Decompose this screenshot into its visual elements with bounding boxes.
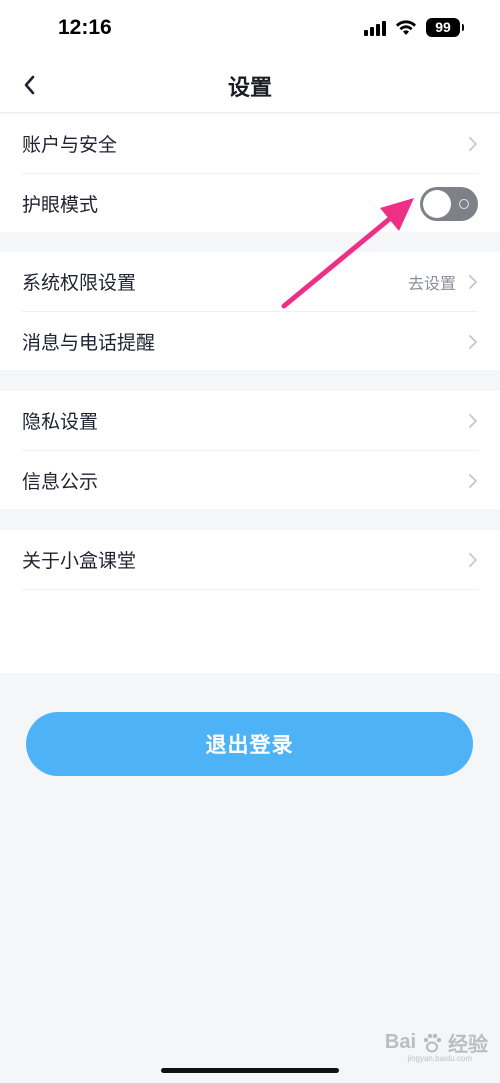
row-label: 信息公示 xyxy=(22,470,99,493)
settings-group-permissions: 系统权限设置 去设置 消息与电话提醒 xyxy=(0,252,500,370)
row-label: 关于小盒课堂 xyxy=(22,550,137,572)
row-label: 隐私设置 xyxy=(22,411,99,433)
chevron-right-icon xyxy=(469,274,477,289)
signal-icon xyxy=(364,20,386,36)
settings-group-about: 关于小盒课堂 xyxy=(0,530,500,673)
row-value: 去设置 xyxy=(407,273,456,293)
row-divider xyxy=(22,589,478,590)
watermark-suffix: 经验 xyxy=(448,1034,488,1056)
chevron-right-icon xyxy=(469,136,477,151)
row-privacy-settings[interactable]: 隐私设置 xyxy=(22,391,478,450)
row-info-disclosure[interactable]: 信息公示 xyxy=(22,450,478,509)
row-system-permissions[interactable]: 系统权限设置 去设置 xyxy=(22,252,478,311)
home-indicator[interactable] xyxy=(161,1068,339,1073)
row-about-app[interactable]: 关于小盒课堂 xyxy=(22,530,478,589)
chevron-right-icon xyxy=(469,473,477,488)
status-icons: 99 xyxy=(364,18,464,37)
nav-bar: 设置 xyxy=(0,60,500,113)
settings-group-account: 账户与安全 护眼模式 xyxy=(0,114,500,232)
row-label: 账户与安全 xyxy=(22,134,118,156)
chevron-right-icon xyxy=(469,552,477,567)
wifi-icon xyxy=(396,19,416,35)
row-label: 消息与电话提醒 xyxy=(22,331,156,354)
watermark-brand: Bai xyxy=(384,1031,416,1053)
logout-button[interactable]: 退出登录 xyxy=(26,712,473,776)
settings-group-privacy: 隐私设置 信息公示 xyxy=(0,391,500,509)
chevron-right-icon xyxy=(469,334,477,349)
row-label: 护眼模式 xyxy=(22,193,99,216)
watermark-sub: jingyan.baidu.com xyxy=(407,1054,472,1063)
battery-icon: 99 xyxy=(426,18,464,37)
eye-protection-toggle[interactable] xyxy=(420,186,478,221)
watermark: Bai 经验 xyxy=(385,1028,488,1057)
status-bar: 12:16 99 xyxy=(0,0,500,60)
toggle-knob xyxy=(423,189,451,218)
row-label: 系统权限设置 xyxy=(22,272,137,294)
chevron-right-icon xyxy=(469,413,477,428)
toggle-off-icon xyxy=(459,198,469,209)
row-account-security[interactable]: 账户与安全 xyxy=(22,114,478,173)
row-eye-protection: 护眼模式 xyxy=(22,173,478,232)
paw-icon xyxy=(423,1033,442,1052)
page-title: 设置 xyxy=(227,76,272,101)
status-time: 12:16 xyxy=(58,16,112,39)
row-message-call-reminder[interactable]: 消息与电话提醒 xyxy=(22,311,478,370)
